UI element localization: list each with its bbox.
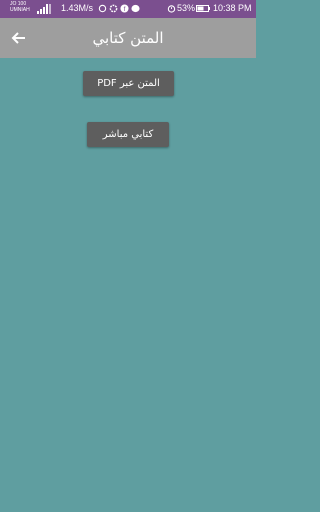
pdf-text-button[interactable]: المتن عبر PDF	[83, 71, 174, 96]
status-bar: JO 100 UMNIAH 1.43M/s f 53% 10:38 PM	[0, 0, 256, 18]
settings-icon	[109, 4, 118, 13]
back-arrow-icon[interactable]	[10, 29, 28, 47]
app-bar: المتن كتابي	[0, 18, 256, 58]
notification-icons: f	[98, 4, 140, 14]
battery-percent: 53%	[177, 3, 196, 13]
carrier-label: JO 100 UMNIAH	[10, 1, 36, 13]
carrier-line-2: UMNIAH	[10, 7, 30, 13]
facebook-icon: f	[120, 4, 129, 13]
alarm-icon	[167, 5, 176, 13]
sync-icon	[98, 4, 107, 13]
direct-text-button[interactable]: كتابي مباشر	[87, 122, 169, 147]
network-speed: 1.43M/s	[61, 3, 94, 13]
page-title: المتن كتابي	[92, 29, 164, 47]
signal-icon	[37, 4, 51, 14]
clock: 10:38 PM	[213, 3, 252, 13]
messenger-icon	[131, 4, 140, 13]
battery-icon	[196, 5, 210, 12]
svg-text:f: f	[124, 6, 126, 13]
